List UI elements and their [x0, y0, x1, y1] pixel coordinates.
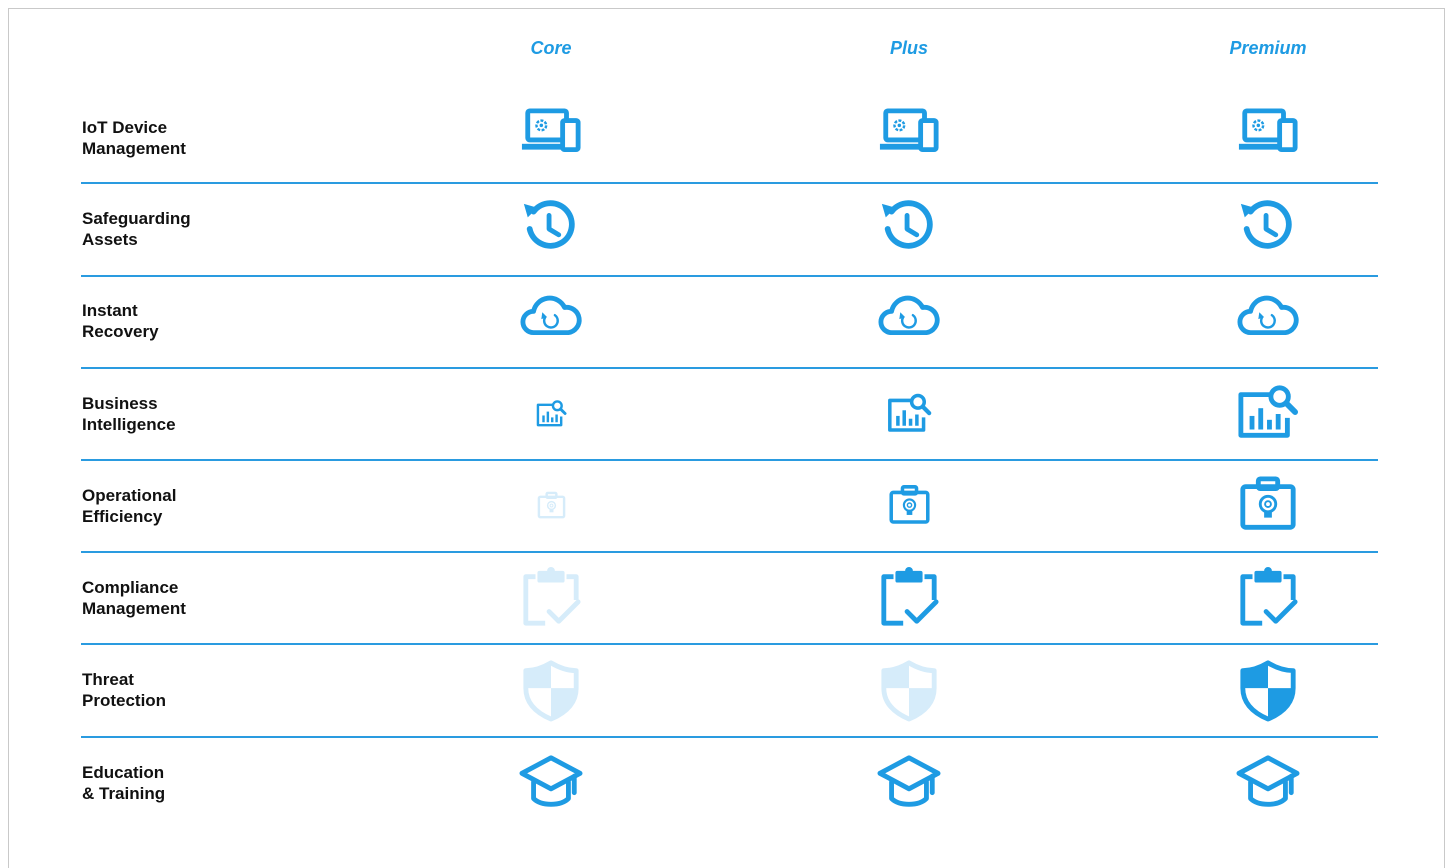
- feature-cell-core: [513, 197, 589, 261]
- feature-cell-core: [513, 382, 589, 446]
- feature-cell-premium: [1230, 566, 1306, 630]
- feature-cell-core: [513, 751, 589, 815]
- feature-cell-plus: [871, 289, 947, 353]
- feature-cell-premium: [1230, 474, 1306, 538]
- row-label: Business Intelligence: [82, 394, 176, 434]
- feature-cell-premium: [1230, 382, 1306, 446]
- feature-cell-core: [513, 658, 589, 722]
- shield-icon: [1240, 660, 1296, 722]
- row-label: Operational Efficiency: [82, 486, 177, 526]
- graduation-cap-icon: [1236, 755, 1300, 807]
- shield-icon: [881, 660, 937, 722]
- feature-cell-plus: [871, 566, 947, 630]
- clipboard-check-icon: [523, 567, 581, 626]
- row-label: Education & Training: [82, 763, 166, 803]
- feature-cell-premium: [1230, 658, 1306, 722]
- feature-cell-premium: [1230, 751, 1306, 815]
- iot-device-icon: [1238, 108, 1298, 153]
- row-divider: [81, 367, 1378, 369]
- feature-cell-core: [513, 289, 589, 353]
- iot-device-icon: [879, 108, 939, 153]
- feature-cell-premium: [1230, 197, 1306, 261]
- row-label: IoT Device Management: [82, 118, 186, 158]
- feature-cell-plus: [871, 751, 947, 815]
- analytics-search-icon: [887, 393, 931, 432]
- tier-header-core: Core: [530, 38, 572, 58]
- row-divider: [81, 459, 1378, 461]
- feature-cell-core: [513, 474, 589, 538]
- feature-cell-premium: [1230, 289, 1306, 353]
- iot-device-icon: [521, 108, 581, 153]
- row-label: Instant Recovery: [82, 301, 159, 341]
- cloud-restore-icon: [878, 295, 940, 336]
- clipboard-check-icon: [1240, 567, 1298, 626]
- tier-header-plus: Plus: [889, 38, 928, 58]
- feature-cell-plus: [871, 382, 947, 446]
- clipboard-check-icon: [881, 567, 939, 626]
- shield-icon: [523, 660, 579, 722]
- row-label: Threat Protection: [82, 670, 167, 710]
- cloud-restore-icon: [520, 295, 582, 336]
- history-clock-icon: [1240, 200, 1292, 249]
- feature-cell-plus: [871, 106, 947, 170]
- feature-cell-core: [513, 106, 589, 170]
- history-clock-icon: [523, 200, 575, 249]
- feature-cell-plus: [871, 658, 947, 722]
- analytics-search-icon: [536, 399, 567, 426]
- feature-cell-premium: [1230, 106, 1306, 170]
- cloud-restore-icon: [1237, 295, 1299, 336]
- feature-cell-plus: [871, 474, 947, 538]
- row-divider: [81, 551, 1378, 553]
- briefcase-idea-icon: [1240, 476, 1296, 530]
- row-label: Compliance Management: [82, 578, 186, 618]
- analytics-search-icon: [1238, 385, 1299, 438]
- feature-cell-core: [513, 566, 589, 630]
- tier-header-premium: Premium: [1229, 38, 1307, 58]
- graduation-cap-icon: [519, 755, 583, 807]
- row-divider: [81, 275, 1378, 277]
- row-divider: [81, 643, 1378, 645]
- graduation-cap-icon: [877, 755, 941, 807]
- row-label: Safeguarding Assets: [82, 209, 191, 249]
- history-clock-icon: [881, 200, 933, 249]
- row-divider: [81, 182, 1378, 184]
- row-divider: [81, 736, 1378, 738]
- feature-cell-plus: [871, 197, 947, 261]
- briefcase-idea-icon: [537, 491, 565, 518]
- briefcase-idea-icon: [888, 484, 930, 524]
